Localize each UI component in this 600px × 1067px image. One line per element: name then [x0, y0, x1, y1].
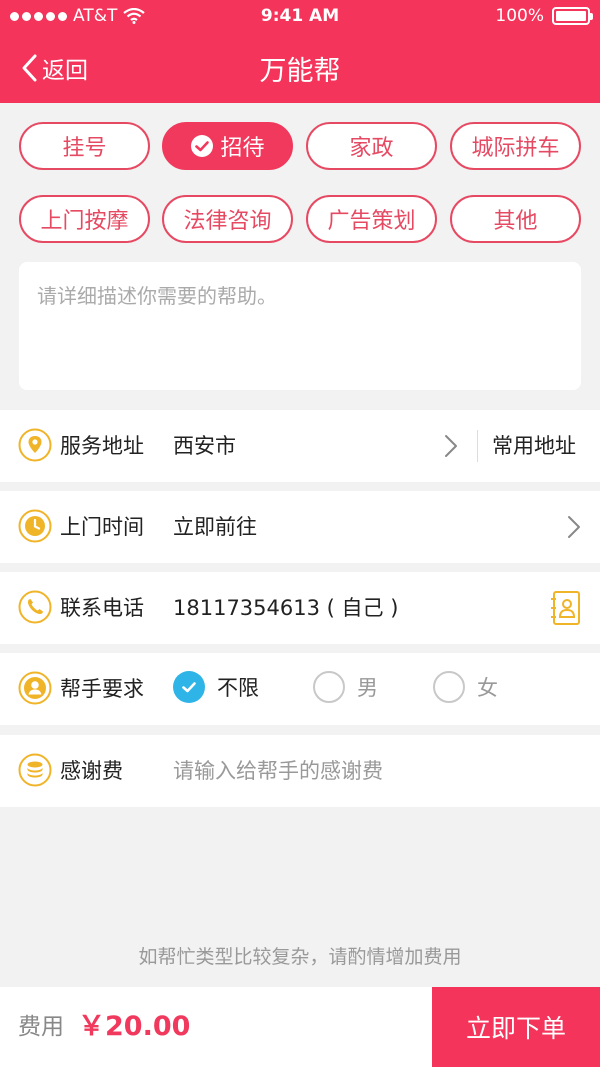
chip-label: 其他 [493, 209, 538, 234]
helper-option-label: 男 [357, 676, 378, 700]
status-right: 100% [495, 6, 593, 26]
address-label: 服务地址 [60, 434, 144, 458]
app-header: AT&T 9:41 AM 100% 返回 万能帮 [0, 0, 600, 103]
helper-option-label: 女 [477, 676, 498, 700]
location-pin-icon [18, 428, 52, 462]
chip-label: 家政 [349, 136, 394, 161]
thank-fee-input[interactable] [173, 753, 553, 789]
address-value: 西安市 [173, 434, 236, 458]
page-title: 万能帮 [259, 56, 341, 87]
helper-label: 帮手要求 [60, 677, 144, 701]
radio-unchecked-icon [433, 671, 465, 703]
radio-checked-icon [173, 671, 205, 703]
helper-requirement-row: 帮手要求 不限 男 女 [0, 653, 600, 725]
helper-option-any[interactable]: 不限 [173, 671, 259, 703]
battery-percent: 100% [495, 6, 544, 26]
service-address-row[interactable]: 服务地址 西安市 常用地址 [0, 410, 600, 482]
chip-label: 上门按摩 [40, 209, 129, 234]
chip-label: 法律咨询 [183, 209, 272, 234]
contact-book-icon[interactable] [550, 590, 582, 626]
chip-label: 招待 [220, 136, 265, 161]
place-order-button[interactable]: 立即下单 [432, 987, 600, 1067]
phone-label: 联系电话 [60, 596, 144, 620]
check-circle-icon [191, 135, 214, 157]
helper-option-male[interactable]: 男 [313, 671, 378, 703]
person-icon [18, 671, 52, 705]
category-chip-zhaodai[interactable]: 招待 [162, 122, 293, 170]
chip-label: 城际拼车 [471, 136, 560, 161]
status-bar: AT&T 9:41 AM 100% [0, 0, 600, 34]
category-chip-massage[interactable]: 上门按摩 [19, 195, 150, 243]
common-address-button[interactable]: 常用地址 [492, 410, 576, 482]
fee-notice: 如帮忙类型比较复杂，请酌情增加费用 [138, 946, 462, 968]
chip-label: 挂号 [62, 136, 107, 161]
thank-fee-row: 感谢费 [0, 735, 600, 807]
thank-fee-label: 感谢费 [60, 759, 123, 783]
fee-amount: ￥20.00 [78, 1011, 191, 1042]
fee-label: 费用 [18, 1014, 64, 1040]
chevron-right-icon [568, 516, 580, 538]
visit-time-row[interactable]: 上门时间 立即前往 [0, 491, 600, 563]
category-chip-advertising[interactable]: 广告策划 [306, 195, 437, 243]
coins-icon [18, 753, 52, 787]
helper-option-label: 不限 [217, 676, 259, 700]
chip-label: 广告策划 [327, 209, 416, 234]
divider [477, 430, 478, 462]
category-chip-guahao[interactable]: 挂号 [19, 122, 150, 170]
bottom-bar: 费用 ￥20.00 立即下单 [0, 987, 600, 1067]
chevron-right-icon [445, 435, 457, 457]
time-value: 立即前往 [173, 515, 257, 539]
time-label: 上门时间 [60, 515, 144, 539]
helper-option-female[interactable]: 女 [433, 671, 498, 703]
category-chip-jiazheng[interactable]: 家政 [306, 122, 437, 170]
phone-icon [18, 590, 52, 624]
help-description-input[interactable] [19, 262, 581, 390]
contact-phone-row: 联系电话 18117354613 ( 自己 ) [0, 572, 600, 644]
category-chip-intercity-carpool[interactable]: 城际拼车 [450, 122, 581, 170]
category-chip-other[interactable]: 其他 [450, 195, 581, 243]
phone-value: 18117354613 ( 自己 ) [173, 596, 399, 620]
clock-icon [18, 509, 52, 543]
nav-bar: 返回 万能帮 [0, 34, 600, 103]
category-chip-legal[interactable]: 法律咨询 [162, 195, 293, 243]
battery-icon [552, 7, 593, 25]
radio-unchecked-icon [313, 671, 345, 703]
